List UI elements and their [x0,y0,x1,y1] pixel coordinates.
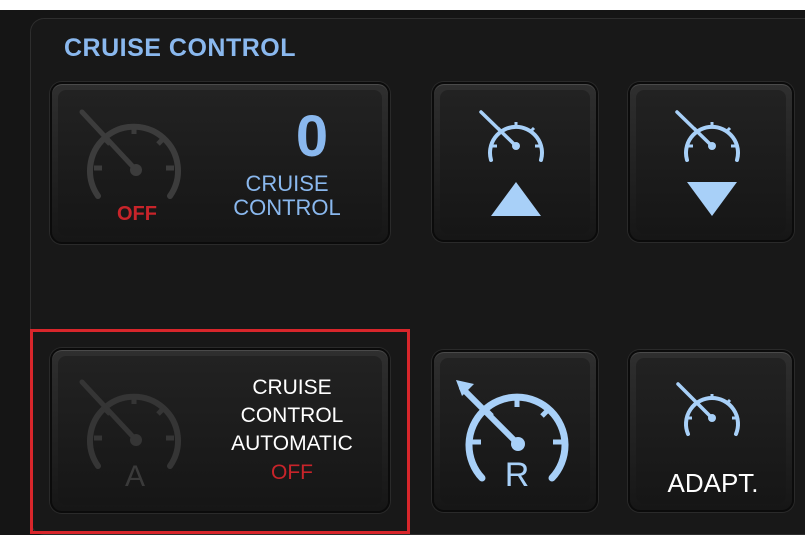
resume-button[interactable]: R [432,350,598,512]
panel-title: CRUISE CONTROL [64,34,296,62]
resume-gauge-letter: R [504,456,530,494]
speed-up-icon [479,110,544,216]
cruise-state-label: OFF [117,203,157,225]
adaptive-icon [676,382,740,436]
adaptive-label: ADAPT. [667,468,759,498]
speed-down-icon [675,110,740,216]
speed-down-button[interactable] [628,82,794,242]
cruise-control-button[interactable]: OFF 0 CRUISE CONTROL [50,82,390,244]
selection-highlight [30,329,410,534]
speed-up-button[interactable] [432,82,598,242]
cruise-speed-value: 0 [295,104,329,169]
cruise-label-line2: CONTROL [233,195,341,220]
adaptive-button[interactable]: ADAPT. [628,350,794,512]
cruise-label-line1: CRUISE [245,171,329,196]
